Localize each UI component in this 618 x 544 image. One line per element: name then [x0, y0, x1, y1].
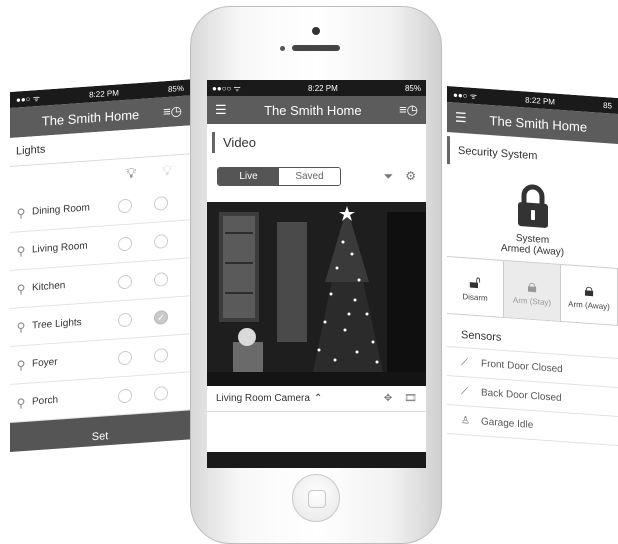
live-saved-toggle: Live Saved	[217, 167, 341, 186]
system-status-line2: Armed (Away)	[500, 242, 565, 259]
gear-icon[interactable]: ⚙	[405, 169, 416, 184]
on-radio[interactable]	[118, 273, 132, 289]
status-battery: 85%	[404, 83, 421, 93]
sensor-label: Front Door Closed	[481, 357, 563, 375]
move-arrows-icon[interactable]: ✥	[384, 393, 392, 404]
sensor-label: Garage Idle	[481, 415, 534, 431]
film-icon[interactable]: 🎞︎	[404, 393, 417, 404]
right-phone-screen: ●●○ ᯤ 8:22 PM 85 ☰ The Smith Home Securi…	[447, 86, 618, 476]
left-phone-screen: ●●○ ᯤ 8:22 PM 85% The Smith Home ≡◷ Ligh…	[10, 79, 190, 452]
bulb-icon: ⚲	[16, 395, 26, 411]
bulb-icon: ⚲	[16, 243, 26, 259]
tab-saved[interactable]: Saved	[279, 168, 340, 185]
unlocked-icon: 🔓︎	[469, 271, 481, 293]
off-radio[interactable]	[154, 347, 168, 363]
bulb-icon: ⚲	[16, 205, 26, 221]
home-square-icon	[308, 490, 326, 508]
app-title: The Smith Home	[489, 112, 588, 135]
status-time: 8:22 PM	[525, 94, 555, 107]
menu-icon[interactable]: ☰	[455, 110, 467, 127]
light-name: Dining Room	[32, 202, 90, 218]
signal-icon: ●●○○ ᯤ	[212, 83, 241, 93]
off-radio[interactable]	[154, 195, 168, 211]
on-radio[interactable]	[118, 311, 132, 327]
center-phone-screen: ●●○○ ᯤ 8:22 PM 85% ☰ The Smith Home ≡◷ V…	[207, 80, 426, 468]
status-battery: 85%	[167, 83, 184, 94]
door-sensor-icon: ⟋	[461, 385, 468, 397]
status-time: 8:22 PM	[308, 83, 338, 93]
lights-list: ⚲ Dining Room ⚲ Living Room ⚲ Kitchen ⚲ …	[10, 182, 190, 423]
system-status-block: System Armed (Away)	[447, 168, 618, 262]
light-name: Foyer	[32, 356, 58, 370]
on-radio[interactable]	[118, 349, 132, 365]
lock-icon	[517, 184, 548, 228]
light-name: Porch	[32, 394, 59, 408]
on-radio[interactable]	[118, 197, 132, 213]
bulb-icon: ⚲	[16, 357, 26, 373]
camera-selector-bar: Living Room Camera ⌃ ✥ 🎞︎	[207, 386, 426, 412]
camera-name[interactable]: Living Room Camera	[216, 393, 310, 404]
bottom-bar	[207, 452, 426, 468]
on-radio[interactable]	[118, 235, 132, 251]
off-radio-checked[interactable]: ✓	[154, 309, 168, 325]
disarm-button[interactable]: 🔓︎ Disarm	[447, 257, 504, 317]
arm-away-button[interactable]: 🔒︎ Arm (Away)	[561, 264, 618, 325]
filter-icon[interactable]: ⏷	[384, 169, 394, 184]
off-radio[interactable]	[154, 271, 168, 287]
sensors-list: ⟋ Front Door Closed ⟋ Back Door Closed ♙…	[447, 347, 618, 446]
signal-icon: ●●○ ᯤ	[453, 89, 478, 101]
light-name: Tree Lights	[32, 316, 82, 332]
arm-mode-label: Arm (Away)	[568, 299, 610, 312]
bulb-icon: ⚲	[16, 319, 26, 335]
segment-row: Live Saved ⏷ ⚙	[207, 167, 426, 186]
status-bar: ●●○○ ᯤ 8:22 PM 85%	[207, 80, 426, 96]
off-radio[interactable]	[154, 385, 168, 401]
section-title: Video	[212, 132, 426, 153]
person-icon: ♙	[461, 414, 470, 427]
schedule-icon[interactable]: ≡◷	[399, 102, 418, 118]
lock-icon: 🔒︎	[584, 279, 594, 301]
nav-bar: ☰ The Smith Home ≡◷	[207, 96, 426, 124]
sensor-dot	[280, 46, 285, 51]
arm-mode-label: Disarm	[462, 292, 488, 303]
christmas-tree-image	[207, 202, 426, 386]
front-camera-icon	[312, 27, 320, 35]
app-title: The Smith Home	[264, 102, 362, 118]
status-time: 8:22 PM	[89, 87, 119, 99]
menu-icon[interactable]: ☰	[215, 102, 227, 118]
on-radio[interactable]	[118, 387, 132, 403]
chevron-up-icon[interactable]: ⌃	[314, 393, 322, 404]
light-name: Kitchen	[32, 280, 66, 294]
speaker-grille	[292, 45, 340, 51]
off-radio[interactable]	[154, 233, 168, 249]
door-sensor-icon: ⟋	[461, 356, 468, 368]
video-controls: ⏷ ⚙	[384, 169, 416, 184]
light-name: Living Room	[32, 240, 88, 256]
camera-feed[interactable]	[207, 202, 426, 386]
signal-icon: ●●○ ᯤ	[16, 93, 41, 105]
arm-mode-label: Arm (Stay)	[512, 295, 552, 308]
schedule-icon[interactable]: ≡◷	[163, 103, 182, 120]
bulb-on-icon: 💡︎	[126, 163, 137, 181]
app-title: The Smith Home	[41, 106, 140, 129]
sensor-label: Back Door Closed	[481, 386, 562, 404]
status-battery: 85	[603, 100, 612, 111]
bulb-off-icon: 💡︎	[162, 161, 172, 178]
lock-icon: 🔒︎	[527, 275, 537, 297]
arm-stay-button[interactable]: 🔒︎ Arm (Stay)	[504, 260, 561, 321]
tab-live[interactable]: Live	[218, 168, 279, 185]
bulb-icon: ⚲	[16, 281, 26, 297]
